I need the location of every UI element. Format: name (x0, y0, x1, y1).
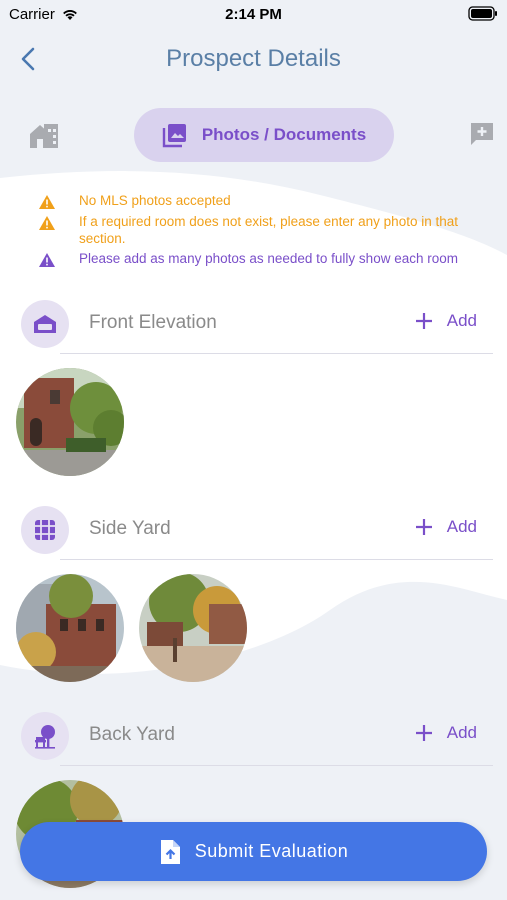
section-header: Back Yard Add (0, 705, 507, 767)
add-label: Add (446, 723, 477, 742)
section-icon-badge (21, 300, 69, 348)
notice-item: If a required room does not exist, pleas… (38, 213, 478, 247)
tab-notes[interactable] (468, 120, 498, 150)
clock: 2:14 PM (225, 6, 282, 23)
divider (60, 559, 493, 560)
submit-label: Submit Evaluation (194, 841, 349, 861)
notice-item: No MLS photos accepted (38, 192, 478, 210)
section-back-yard: Back Yard Add (0, 705, 507, 888)
add-label: Add (446, 517, 477, 536)
photo-thumbnail[interactable] (139, 574, 247, 682)
tab-bar: Photos / Documents (0, 108, 507, 162)
divider (60, 765, 493, 766)
tab-photos-documents[interactable]: Photos / Documents (134, 108, 394, 162)
section-icon-badge (21, 506, 69, 554)
notice-text: If a required room does not exist, pleas… (79, 214, 458, 246)
section-front-elevation: Front Elevation Add (0, 293, 507, 476)
add-photo-button[interactable]: Add (415, 517, 477, 537)
tab-photos-label: Photos / Documents (201, 125, 367, 144)
navigation-header: Prospect Details (0, 34, 507, 86)
photo-library-icon (162, 124, 186, 148)
plus-icon (415, 313, 432, 329)
add-photo-button[interactable]: Add (415, 723, 477, 743)
file-upload-icon (160, 839, 180, 864)
plus-icon (415, 519, 432, 535)
section-header: Side Yard Add (0, 499, 507, 561)
add-comment-icon (471, 123, 493, 145)
section-title: Side Yard (89, 518, 171, 539)
photo-thumbnail[interactable] (16, 368, 124, 476)
section-title: Back Yard (89, 724, 175, 745)
warning-icon (39, 195, 55, 209)
add-label: Add (446, 311, 477, 330)
section-side-yard: Side Yard Add (0, 499, 507, 682)
plus-icon (415, 725, 432, 741)
photo-row (16, 368, 124, 476)
submit-evaluation-button[interactable]: Submit Evaluation (20, 822, 487, 881)
tab-property-details[interactable] (28, 120, 62, 150)
fence-icon (35, 520, 55, 540)
notice-list: No MLS photos accepted If a required roo… (38, 192, 478, 271)
photo-thumbnail[interactable] (16, 574, 124, 682)
section-title: Front Elevation (89, 312, 217, 333)
notice-text: No MLS photos accepted (79, 193, 231, 208)
notice-text: Please add as many photos as needed to f… (79, 251, 458, 266)
warning-icon (39, 253, 55, 267)
notice-item: Please add as many photos as needed to f… (38, 250, 478, 268)
page-title: Prospect Details (166, 45, 341, 72)
backyard-tree-icon (35, 725, 55, 749)
battery-icon (468, 6, 498, 25)
status-bar: Carrier 2:14 PM (0, 0, 507, 30)
photo-row (16, 574, 247, 682)
house-front-icon (34, 315, 56, 333)
divider (60, 353, 493, 354)
section-icon-badge (21, 712, 69, 760)
section-header: Front Elevation Add (0, 293, 507, 355)
home-building-icon (30, 124, 58, 148)
add-photo-button[interactable]: Add (415, 311, 477, 331)
warning-icon (39, 216, 55, 230)
